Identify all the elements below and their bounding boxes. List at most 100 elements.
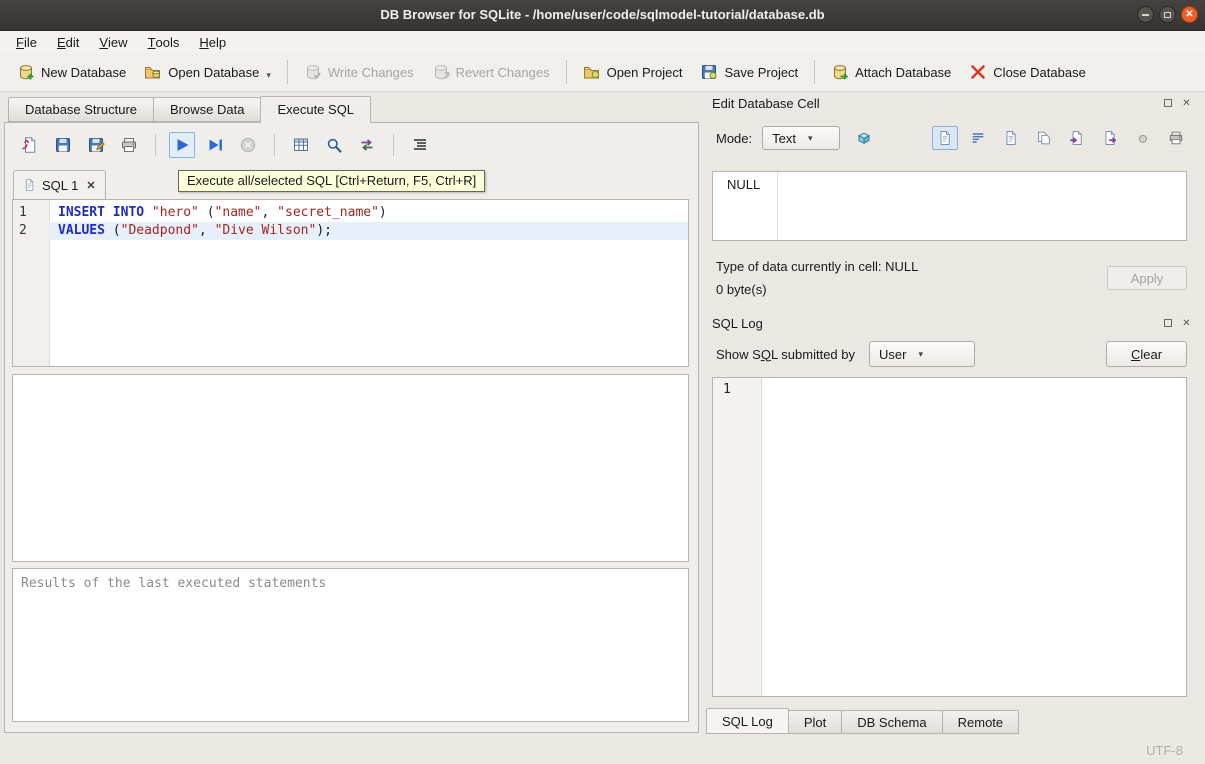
window-title: DB Browser for SQLite - /home/user/code/… xyxy=(0,0,1205,30)
close-icon: ✕ xyxy=(1185,10,1193,20)
execute-all-button[interactable] xyxy=(169,132,195,158)
float-dock-button[interactable] xyxy=(1161,97,1174,110)
print-sql-button[interactable] xyxy=(116,132,142,158)
new-database-button[interactable]: New Database xyxy=(8,59,135,85)
mode-combobox[interactable]: Text ▾ xyxy=(762,126,840,150)
find-button[interactable] xyxy=(321,132,347,158)
dock-tab-sql-log[interactable]: SQL Log xyxy=(706,708,789,734)
menu-file[interactable]: File xyxy=(6,31,47,53)
open-database-button[interactable]: Open Database ▾ xyxy=(135,59,280,85)
cell-edit-toolbar xyxy=(932,126,1189,150)
cell-size-info: 0 byte(s) xyxy=(716,282,767,297)
code-text: INSERT INTO "hero" ("name", "secret_name… xyxy=(49,204,688,222)
execute-tooltip: Execute all/selected SQL [Ctrl+Return, F… xyxy=(178,170,485,192)
save-sql-file-as-button[interactable] xyxy=(83,132,109,158)
log-line-number: 1 xyxy=(713,378,761,397)
open-project-button[interactable]: Open Project xyxy=(574,59,692,85)
text-mode-button[interactable] xyxy=(932,126,958,150)
float-dock-button[interactable] xyxy=(1161,317,1174,330)
revert-changes-icon xyxy=(432,63,450,81)
open-project-icon xyxy=(583,63,601,81)
import-data-button[interactable] xyxy=(1064,126,1090,150)
export-csv-button[interactable] xyxy=(288,132,314,158)
save-project-label: Save Project xyxy=(724,65,798,80)
menu-tools[interactable]: Tools xyxy=(138,31,190,53)
sql-log-title: SQL Log xyxy=(712,316,763,331)
sql-log-filter-row: Show SQL submitted by User ▾ Clear xyxy=(712,339,1187,369)
mode-value: Text xyxy=(772,131,796,146)
results-grid[interactable] xyxy=(12,374,689,562)
log-gutter: 1 xyxy=(713,378,762,696)
editor-line-1: 1INSERT INTO "hero" ("name", "secret_nam… xyxy=(13,204,688,222)
find-replace-button[interactable] xyxy=(354,132,380,158)
copy-cell-button[interactable] xyxy=(998,126,1024,150)
close-window-button[interactable]: ✕ xyxy=(1181,6,1198,23)
save-project-button[interactable]: Save Project xyxy=(691,59,807,85)
paste-cell-button[interactable] xyxy=(1031,126,1057,150)
print-cell-button[interactable] xyxy=(1163,126,1189,150)
code-text: VALUES ("Deadpond", "Dive Wilson"); xyxy=(49,222,688,240)
word-wrap-button[interactable] xyxy=(965,126,991,150)
new-database-label: New Database xyxy=(41,65,126,80)
toolbar-separator xyxy=(814,60,815,84)
close-database-icon xyxy=(969,63,987,81)
float-icon xyxy=(1164,99,1172,107)
open-project-label: Open Project xyxy=(607,65,683,80)
dock-tabbar: SQL LogPlotDB SchemaRemote xyxy=(706,708,1018,734)
cell-type-info: Type of data currently in cell: NULL xyxy=(716,259,918,274)
sql-log-area[interactable]: 1 xyxy=(712,377,1187,697)
maximize-button[interactable] xyxy=(1159,6,1176,23)
stop-execution-button xyxy=(235,132,261,158)
menu-edit[interactable]: Edit xyxy=(47,31,89,53)
tab-database-structure[interactable]: Database Structure xyxy=(8,97,154,122)
open-sql-file-button[interactable] xyxy=(17,132,43,158)
minimize-icon xyxy=(1142,14,1149,16)
attach-database-button[interactable]: Attach Database xyxy=(822,59,960,85)
cell-editor[interactable]: NULL xyxy=(712,171,1187,241)
close-tab-icon[interactable]: ✕ xyxy=(86,179,95,192)
toolbar-separator xyxy=(566,60,567,84)
execute-sql-panel: SQL 1 ✕ Execute all/selected SQL [Ctrl+R… xyxy=(4,122,699,733)
log-filter-combobox[interactable]: User ▾ xyxy=(869,341,975,367)
export-data-button[interactable] xyxy=(1097,126,1123,150)
close-dock-button[interactable]: ✕ xyxy=(1180,317,1193,330)
editor-line-2: 2VALUES ("Deadpond", "Dive Wilson"); xyxy=(13,222,688,240)
open-database-label: Open Database xyxy=(168,65,259,80)
main-tabbar: Database StructureBrowse DataExecute SQL xyxy=(4,96,699,122)
minimize-button[interactable] xyxy=(1137,6,1154,23)
dock-tab-plot[interactable]: Plot xyxy=(788,710,842,734)
tab-browse-data[interactable]: Browse Data xyxy=(153,97,261,122)
sql-tab-label: SQL 1 xyxy=(42,178,78,193)
clear-log-button[interactable]: Clear xyxy=(1106,341,1187,367)
sql-editor[interactable]: 1INSERT INTO "hero" ("name", "secret_nam… xyxy=(12,199,689,367)
dock-tab-db-schema[interactable]: DB Schema xyxy=(841,710,942,734)
edit-cell-dock-header: Edit Database Cell ✕ xyxy=(702,93,1201,113)
close-dock-icon: ✕ xyxy=(1182,98,1190,109)
dock-tab-remote[interactable]: Remote xyxy=(942,710,1020,734)
close-dock-button[interactable]: ✕ xyxy=(1180,97,1193,110)
save-sql-file-button[interactable] xyxy=(50,132,76,158)
apply-button: Apply xyxy=(1107,266,1187,290)
close-database-button[interactable]: Close Database xyxy=(960,59,1095,85)
write-changes-icon xyxy=(304,63,322,81)
tab-execute-sql[interactable]: Execute SQL xyxy=(260,96,371,123)
auto-format-button[interactable] xyxy=(407,132,433,158)
log-filter-label: Show SQL submitted by xyxy=(716,347,855,362)
auto-mode-button[interactable] xyxy=(850,125,878,151)
menu-help[interactable]: Help xyxy=(189,31,236,53)
cell-mode-row: Mode: Text ▾ xyxy=(712,123,1189,153)
menu-view[interactable]: View xyxy=(89,31,137,53)
dropdown-caret-icon[interactable]: ▾ xyxy=(266,70,271,81)
set-null-button[interactable] xyxy=(1130,126,1156,150)
messages-area[interactable]: Results of the last executed statements xyxy=(12,568,689,722)
close-database-label: Close Database xyxy=(993,65,1086,80)
float-icon xyxy=(1164,319,1172,327)
line-number: 2 xyxy=(13,222,49,240)
main-area: Database StructureBrowse DataExecute SQL… xyxy=(0,90,1205,736)
execute-line-button[interactable] xyxy=(202,132,228,158)
sql-tab[interactable]: SQL 1 ✕ xyxy=(13,170,106,199)
messages-placeholder: Results of the last executed statements xyxy=(13,569,688,591)
menubar: FileEditViewToolsHelp xyxy=(0,31,1205,53)
chevron-down-icon: ▾ xyxy=(808,133,813,144)
edit-cell-title: Edit Database Cell xyxy=(712,96,820,111)
